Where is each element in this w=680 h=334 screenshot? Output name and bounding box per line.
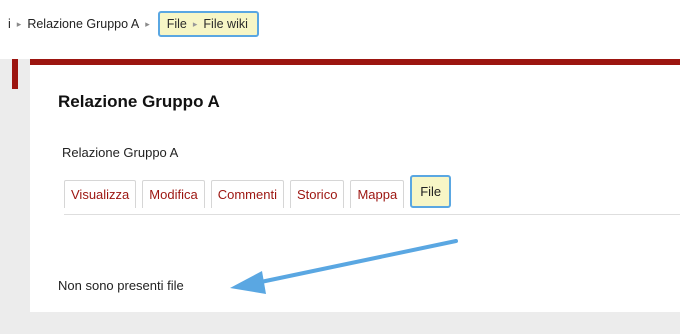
tab-file[interactable]: File bbox=[410, 175, 452, 208]
tab-divider bbox=[64, 214, 680, 215]
tab-modifica[interactable]: Modifica bbox=[142, 180, 205, 208]
breadcrumb-current: File wiki bbox=[203, 17, 248, 31]
tab-visualizza[interactable]: Visualizza bbox=[64, 180, 137, 208]
breadcrumb-highlight: File ▸ File wiki bbox=[157, 11, 259, 37]
wiki-subtitle: Relazione Gruppo A bbox=[62, 145, 179, 160]
tab-commenti[interactable]: Commenti bbox=[210, 180, 284, 208]
tab-bar: Visualizza Modifica Commenti Storico Map… bbox=[64, 175, 457, 208]
triangle-right-icon: ▸ bbox=[16, 18, 22, 29]
left-gutter bbox=[0, 59, 30, 334]
breadcrumb-wiki-link[interactable]: Relazione Gruppo A bbox=[27, 17, 139, 31]
triangle-right-icon: ▸ bbox=[145, 18, 150, 29]
breadcrumb-file-link[interactable]: File bbox=[167, 17, 187, 31]
triangle-right-icon: ▸ bbox=[192, 18, 198, 29]
page-title: Relazione Gruppo A bbox=[58, 92, 220, 111]
breadcrumb-prefix[interactable]: i bbox=[8, 17, 11, 31]
bottom-gutter bbox=[0, 312, 680, 334]
left-accent-bar bbox=[12, 59, 18, 89]
tab-mappa[interactable]: Mappa bbox=[350, 180, 405, 208]
tab-storico[interactable]: Storico bbox=[289, 180, 345, 208]
empty-files-message: Non sono presenti file bbox=[58, 278, 184, 293]
breadcrumb: i ▸ Relazione Gruppo A ▸ File ▸ File wik… bbox=[8, 11, 259, 37]
main-panel: Relazione Gruppo A Relazione Gruppo A Vi… bbox=[30, 59, 680, 312]
